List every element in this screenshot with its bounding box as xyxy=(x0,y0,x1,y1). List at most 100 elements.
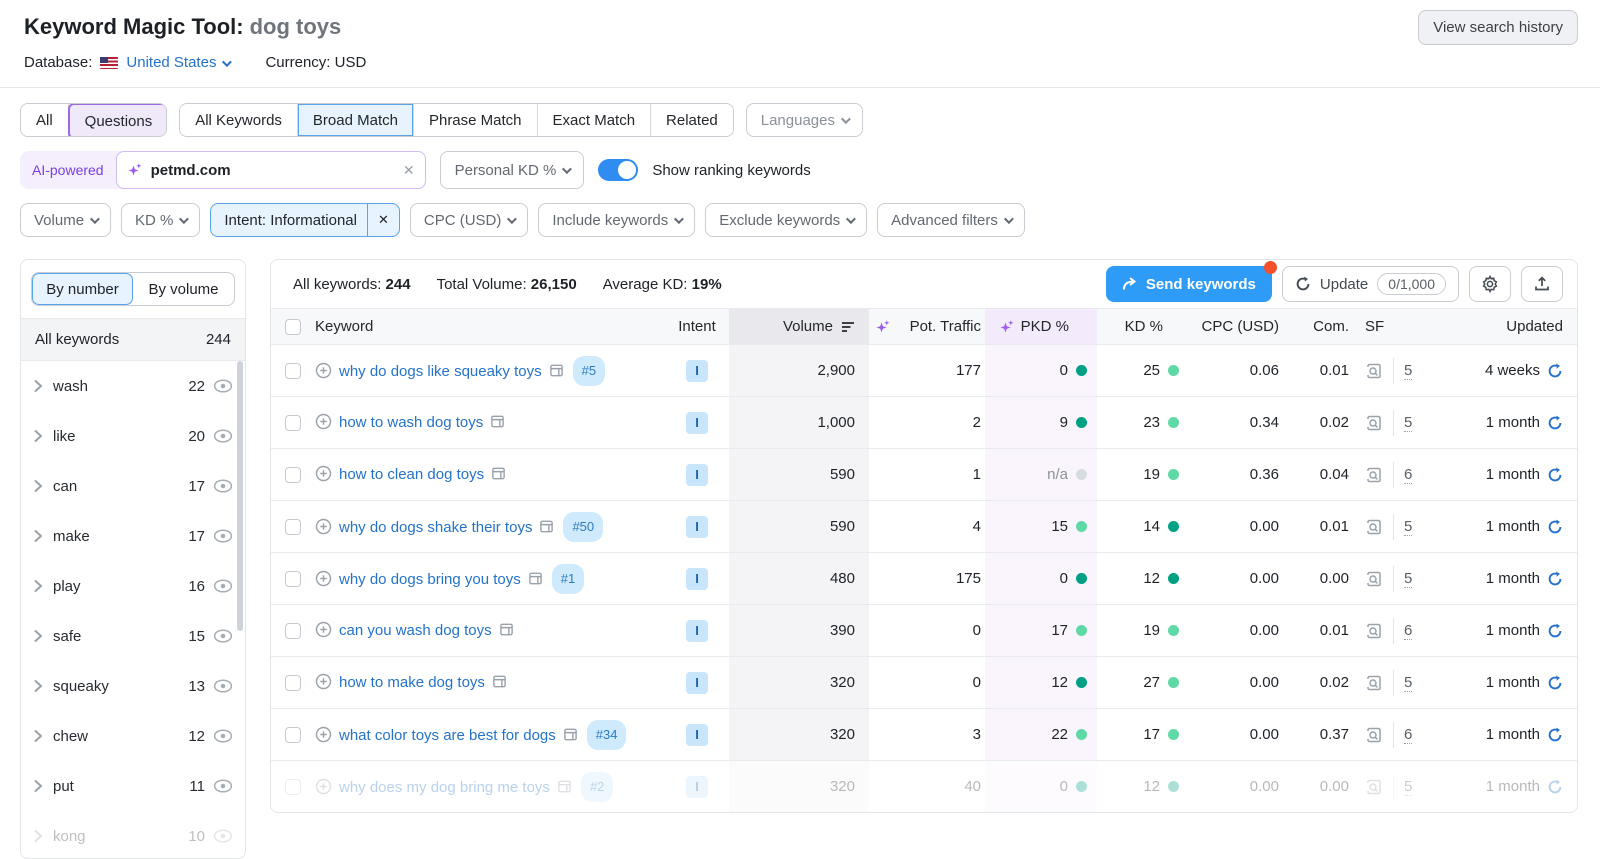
group-list-item[interactable]: play 16 xyxy=(21,561,245,611)
row-checkbox[interactable] xyxy=(285,779,301,795)
serp-features-icon[interactable] xyxy=(1365,778,1383,796)
serp-features-icon[interactable] xyxy=(1365,674,1383,692)
add-keyword-icon[interactable] xyxy=(315,673,332,690)
group-list-item[interactable]: like 20 xyxy=(21,411,245,461)
col-pot-traffic[interactable]: Pot. Traffic xyxy=(897,309,985,344)
keyword-link[interactable]: can you wash dog toys xyxy=(339,622,492,639)
chevron-right-icon[interactable] xyxy=(33,379,43,393)
chevron-right-icon[interactable] xyxy=(33,829,43,843)
group-list-item[interactable]: put 11 xyxy=(21,761,245,811)
tab-related[interactable]: Related xyxy=(651,104,733,136)
sf-count[interactable]: 5 xyxy=(1404,414,1412,432)
col-cpc[interactable]: CPC (USD) xyxy=(1181,309,1283,344)
keyword-link[interactable]: how to clean dog toys xyxy=(339,466,484,483)
domain-input[interactable] xyxy=(151,162,395,179)
group-list-item[interactable]: squeaky 13 xyxy=(21,661,245,711)
serp-icon[interactable] xyxy=(490,414,505,429)
sf-count[interactable]: 5 xyxy=(1404,674,1412,692)
row-refresh-icon[interactable] xyxy=(1547,779,1563,795)
cpc-filter[interactable]: CPC (USD) xyxy=(410,203,529,237)
database-select[interactable]: United States xyxy=(126,54,229,71)
eye-icon[interactable] xyxy=(213,729,233,743)
group-list-item[interactable]: kong 10 xyxy=(21,811,245,859)
intent-filter-active[interactable]: Intent: Informational✕ xyxy=(210,203,399,237)
view-search-history-button[interactable]: View search history xyxy=(1418,10,1578,45)
serp-features-icon[interactable] xyxy=(1365,570,1383,588)
serp-features-icon[interactable] xyxy=(1365,362,1383,380)
serp-features-icon[interactable] xyxy=(1365,414,1383,432)
export-button[interactable] xyxy=(1521,266,1563,302)
add-keyword-icon[interactable] xyxy=(315,362,332,379)
eye-icon[interactable] xyxy=(213,479,233,493)
row-checkbox[interactable] xyxy=(285,727,301,743)
serp-features-icon[interactable] xyxy=(1365,726,1383,744)
serp-icon[interactable] xyxy=(549,363,564,378)
sf-count[interactable]: 5 xyxy=(1404,778,1412,796)
chevron-right-icon[interactable] xyxy=(33,529,43,543)
col-updated[interactable]: Updated xyxy=(1427,309,1577,344)
tab-all-keywords[interactable]: All Keywords xyxy=(180,104,298,136)
add-keyword-icon[interactable] xyxy=(315,570,332,587)
col-sf[interactable]: SF xyxy=(1349,309,1427,344)
eye-icon[interactable] xyxy=(213,379,233,393)
keyword-link[interactable]: why do dogs shake their toys xyxy=(339,519,532,536)
languages-dropdown[interactable]: Languages xyxy=(746,103,863,137)
serp-icon[interactable] xyxy=(491,466,506,481)
sf-count[interactable]: 6 xyxy=(1404,466,1412,484)
row-checkbox[interactable] xyxy=(285,519,301,535)
serp-icon[interactable] xyxy=(499,622,514,637)
advanced-filters[interactable]: Advanced filters xyxy=(877,203,1025,237)
serp-features-icon[interactable] xyxy=(1365,622,1383,640)
add-keyword-icon[interactable] xyxy=(315,621,332,638)
eye-icon[interactable] xyxy=(213,529,233,543)
chevron-right-icon[interactable] xyxy=(33,679,43,693)
serp-features-icon[interactable] xyxy=(1365,518,1383,536)
eye-icon[interactable] xyxy=(213,779,233,793)
select-all-checkbox[interactable] xyxy=(285,319,301,335)
show-ranking-toggle[interactable] xyxy=(598,159,638,181)
kd-filter[interactable]: KD % xyxy=(121,203,200,237)
keyword-link[interactable]: why do dogs like squeaky toys xyxy=(339,363,542,380)
volume-filter[interactable]: Volume xyxy=(20,203,111,237)
row-checkbox[interactable] xyxy=(285,623,301,639)
row-refresh-icon[interactable] xyxy=(1547,623,1563,639)
row-refresh-icon[interactable] xyxy=(1547,571,1563,587)
eye-icon[interactable] xyxy=(213,679,233,693)
serp-icon[interactable] xyxy=(563,727,578,742)
by-volume-button[interactable]: By volume xyxy=(133,273,234,305)
row-refresh-icon[interactable] xyxy=(1547,675,1563,691)
serp-icon[interactable] xyxy=(492,674,507,689)
serp-icon[interactable] xyxy=(557,779,572,794)
col-com[interactable]: Com. xyxy=(1283,309,1349,344)
col-kd[interactable]: KD % xyxy=(1097,309,1181,344)
keyword-link[interactable]: how to make dog toys xyxy=(339,674,485,691)
chevron-right-icon[interactable] xyxy=(33,429,43,443)
update-button[interactable]: Update 0/1,000 xyxy=(1282,266,1459,302)
add-keyword-icon[interactable] xyxy=(315,726,332,743)
send-keywords-button[interactable]: Send keywords xyxy=(1106,266,1272,302)
add-keyword-icon[interactable] xyxy=(315,413,332,430)
row-checkbox[interactable] xyxy=(285,571,301,587)
col-keyword[interactable]: Keyword xyxy=(315,309,665,344)
sf-count[interactable]: 6 xyxy=(1404,726,1412,744)
eye-icon[interactable] xyxy=(213,429,233,443)
table-settings-button[interactable] xyxy=(1469,266,1511,302)
row-checkbox[interactable] xyxy=(285,467,301,483)
clear-input-icon[interactable]: ✕ xyxy=(403,162,415,179)
sf-count[interactable]: 6 xyxy=(1404,622,1412,640)
row-refresh-icon[interactable] xyxy=(1547,467,1563,483)
group-list-item[interactable]: make 17 xyxy=(21,511,245,561)
eye-icon[interactable] xyxy=(213,629,233,643)
chevron-right-icon[interactable] xyxy=(33,729,43,743)
tab-phrase-match[interactable]: Phrase Match xyxy=(414,104,538,136)
chevron-right-icon[interactable] xyxy=(33,629,43,643)
row-checkbox[interactable] xyxy=(285,363,301,379)
col-intent[interactable]: Intent xyxy=(665,309,729,344)
tab-broad-match[interactable]: Broad Match xyxy=(298,104,414,136)
sf-count[interactable]: 5 xyxy=(1404,518,1412,536)
add-keyword-icon[interactable] xyxy=(315,778,332,795)
col-pkd[interactable]: PKD % xyxy=(985,309,1097,344)
row-refresh-icon[interactable] xyxy=(1547,519,1563,535)
serp-icon[interactable] xyxy=(528,571,543,586)
serp-features-icon[interactable] xyxy=(1365,466,1383,484)
